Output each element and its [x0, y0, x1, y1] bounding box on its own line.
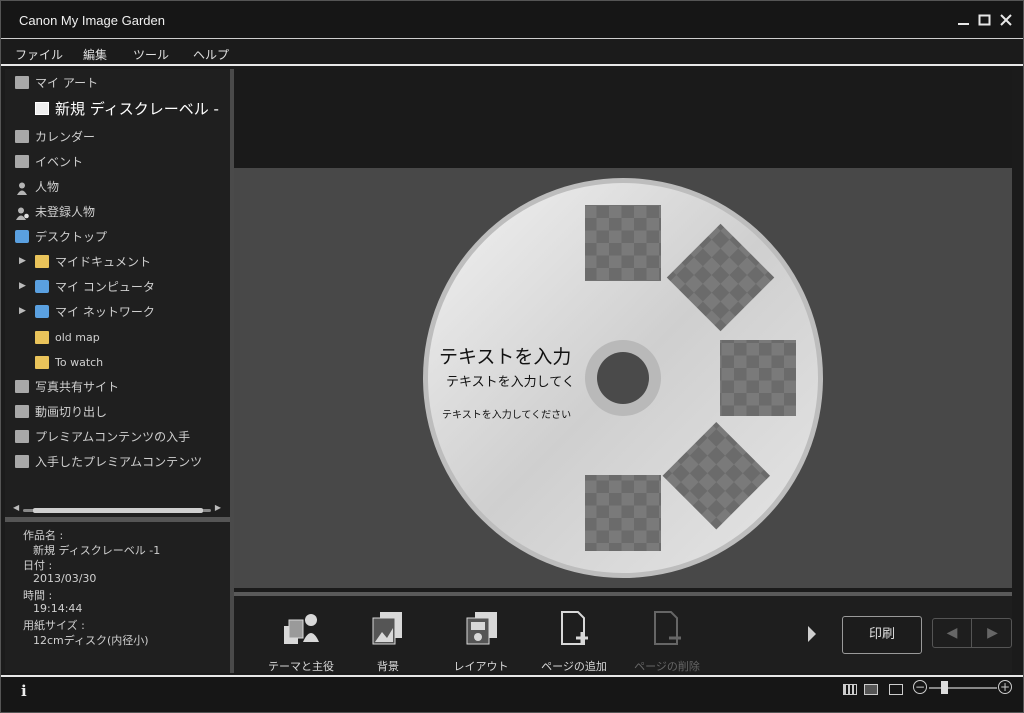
- premium-content-icon: [15, 430, 29, 443]
- scroll-right-icon[interactable]: ▶: [215, 503, 221, 512]
- disc-title-text[interactable]: テキストを入力: [439, 346, 571, 368]
- sidebar-item-desktop[interactable]: デスクトップ: [15, 226, 107, 248]
- minimize-icon[interactable]: [955, 11, 973, 29]
- time-label: 時間 :: [23, 589, 53, 602]
- edit-toolbar: テーマと主役 背景 レイアウト ページの追加 ページの削除 印刷 ◀ ▶: [234, 592, 1012, 673]
- sidebar-item-my-documents[interactable]: マイドキュメント: [35, 251, 151, 273]
- folder-icon: [15, 455, 29, 468]
- sidebar-item-my-computer[interactable]: マイ コンピュータ: [35, 276, 155, 298]
- zoom-slider-track[interactable]: [929, 687, 997, 689]
- status-bar: i − +: [1, 675, 1023, 712]
- add-page-icon: [561, 611, 588, 645]
- menu-edit[interactable]: 編集: [83, 46, 107, 63]
- next-page-icon[interactable]: ▶: [973, 619, 1012, 647]
- photo-sharing-icon: [15, 380, 29, 393]
- paper-size-label: 用紙サイズ :: [23, 619, 85, 632]
- sidebar-item-people[interactable]: 人物: [15, 176, 59, 198]
- date-value: 2013/03/30: [33, 572, 97, 585]
- thumbnail-view-icon[interactable]: [843, 684, 857, 695]
- window-title: Canon My Image Garden: [19, 13, 165, 28]
- person-icon: [15, 180, 29, 195]
- delete-page-icon: [654, 611, 681, 645]
- sidebar-item-to-watch[interactable]: To watch: [35, 352, 103, 374]
- sidebar-item-get-premium[interactable]: プレミアムコンテンツの入手: [15, 426, 190, 448]
- scroll-left-icon[interactable]: ◀: [13, 503, 19, 512]
- single-view-icon[interactable]: [864, 684, 878, 695]
- sidebar-horizontal-scrollbar[interactable]: ◀ ▶: [13, 503, 221, 514]
- expand-arrow-icon[interactable]: ▶: [19, 256, 26, 266]
- app-window: Canon My Image Garden ファイル 編集 ツール ヘルプ マイ…: [0, 0, 1024, 713]
- paper-size-value: 12cmディスク(内径小): [33, 634, 149, 647]
- menu-bar: ファイル 編集 ツール ヘルプ: [1, 41, 1023, 66]
- photo-frame[interactable]: [585, 475, 661, 551]
- layout-button[interactable]: レイアウト: [436, 600, 526, 673]
- folder-icon: [35, 255, 49, 268]
- name-value: 新規 ディスクレーベル -1: [33, 544, 161, 557]
- delete-page-button[interactable]: ページの削除: [622, 600, 712, 673]
- folder-tree: マイ アート 新規 ディスクレーベル - カレンダー イベント 人物 未登録人物…: [5, 69, 230, 509]
- calendar-icon: [15, 130, 29, 143]
- my-art-icon: [15, 76, 29, 89]
- prev-page-icon[interactable]: ◀: [933, 619, 972, 647]
- computer-icon: [35, 280, 49, 293]
- photo-frame[interactable]: [720, 340, 796, 416]
- folder-icon: [35, 355, 49, 369]
- page-nav: ◀ ▶: [932, 618, 1012, 648]
- menu-tools[interactable]: ツール: [133, 46, 169, 63]
- unregistered-person-icon: [15, 205, 29, 220]
- theme-person-icon: [284, 614, 319, 644]
- sidebar-item-event[interactable]: イベント: [15, 151, 83, 173]
- event-icon: [15, 155, 29, 168]
- expand-arrow-icon[interactable]: ▶: [19, 306, 26, 316]
- sidebar-item-photo-sharing[interactable]: 写真共有サイト: [15, 376, 119, 398]
- sidebar-item-downloaded-premium[interactable]: 入手したプレミアムコンテンツ: [15, 451, 202, 473]
- date-label: 日付 :: [23, 559, 53, 572]
- expand-arrow-icon[interactable]: ▶: [19, 281, 26, 291]
- layout-icon: [466, 612, 497, 645]
- background-button[interactable]: 背景: [343, 600, 433, 673]
- title-bar: Canon My Image Garden: [1, 1, 1023, 39]
- editor-area: テキストを入力 テキストを入力してく テキストを入力してください: [234, 69, 1012, 590]
- theme-and-main-button[interactable]: テーマと主役: [256, 600, 346, 673]
- folder-icon: [35, 330, 49, 344]
- sidebar-item-old-map[interactable]: old map: [35, 327, 100, 349]
- more-tools-arrow-icon[interactable]: [808, 626, 816, 642]
- menu-help[interactable]: ヘルプ: [193, 46, 229, 63]
- close-icon[interactable]: [997, 11, 1015, 29]
- photo-frame[interactable]: [585, 205, 661, 281]
- scroll-thumb[interactable]: [33, 508, 203, 513]
- disc-label-preview[interactable]: テキストを入力 テキストを入力してく テキストを入力してください: [234, 168, 1012, 588]
- disc-label-icon: [35, 102, 49, 115]
- desktop-icon: [15, 230, 29, 243]
- sidebar-item-my-network[interactable]: マイ ネットワーク: [35, 301, 155, 323]
- zoom-out-icon[interactable]: −: [913, 680, 927, 694]
- disc-body-text[interactable]: テキストを入力してください: [442, 408, 571, 421]
- disc-hole: [597, 352, 649, 404]
- network-icon: [35, 305, 49, 318]
- item-info-panel: 作品名 : 新規 ディスクレーベル -1 日付 : 2013/03/30 時間 …: [5, 522, 230, 673]
- add-page-button[interactable]: ページの追加: [529, 600, 619, 673]
- print-button[interactable]: 印刷: [842, 616, 922, 654]
- maximize-icon[interactable]: [976, 11, 994, 29]
- sidebar-item-video-capture[interactable]: 動画切り出し: [15, 401, 107, 423]
- film-icon: [15, 405, 29, 418]
- sidebar-item-my-art[interactable]: マイ アート: [15, 72, 98, 94]
- fit-screen-icon[interactable]: [889, 684, 903, 695]
- sidebar-item-calendar[interactable]: カレンダー: [15, 126, 95, 148]
- disc-canvas[interactable]: テキストを入力 テキストを入力してく テキストを入力してください: [234, 168, 1012, 588]
- sidebar-item-new-disc-label[interactable]: 新規 ディスクレーベル -: [35, 98, 219, 120]
- sidebar-item-unregistered-people[interactable]: 未登録人物: [15, 201, 95, 223]
- menu-file[interactable]: ファイル: [15, 46, 63, 63]
- time-value: 19:14:44: [33, 602, 83, 615]
- zoom-slider-thumb[interactable]: [941, 681, 948, 694]
- info-icon[interactable]: i: [21, 682, 27, 700]
- disc-subtitle-text[interactable]: テキストを入力してく: [446, 375, 575, 390]
- name-label: 作品名 :: [23, 529, 64, 542]
- background-icon: [372, 612, 402, 645]
- zoom-in-icon[interactable]: +: [998, 680, 1012, 694]
